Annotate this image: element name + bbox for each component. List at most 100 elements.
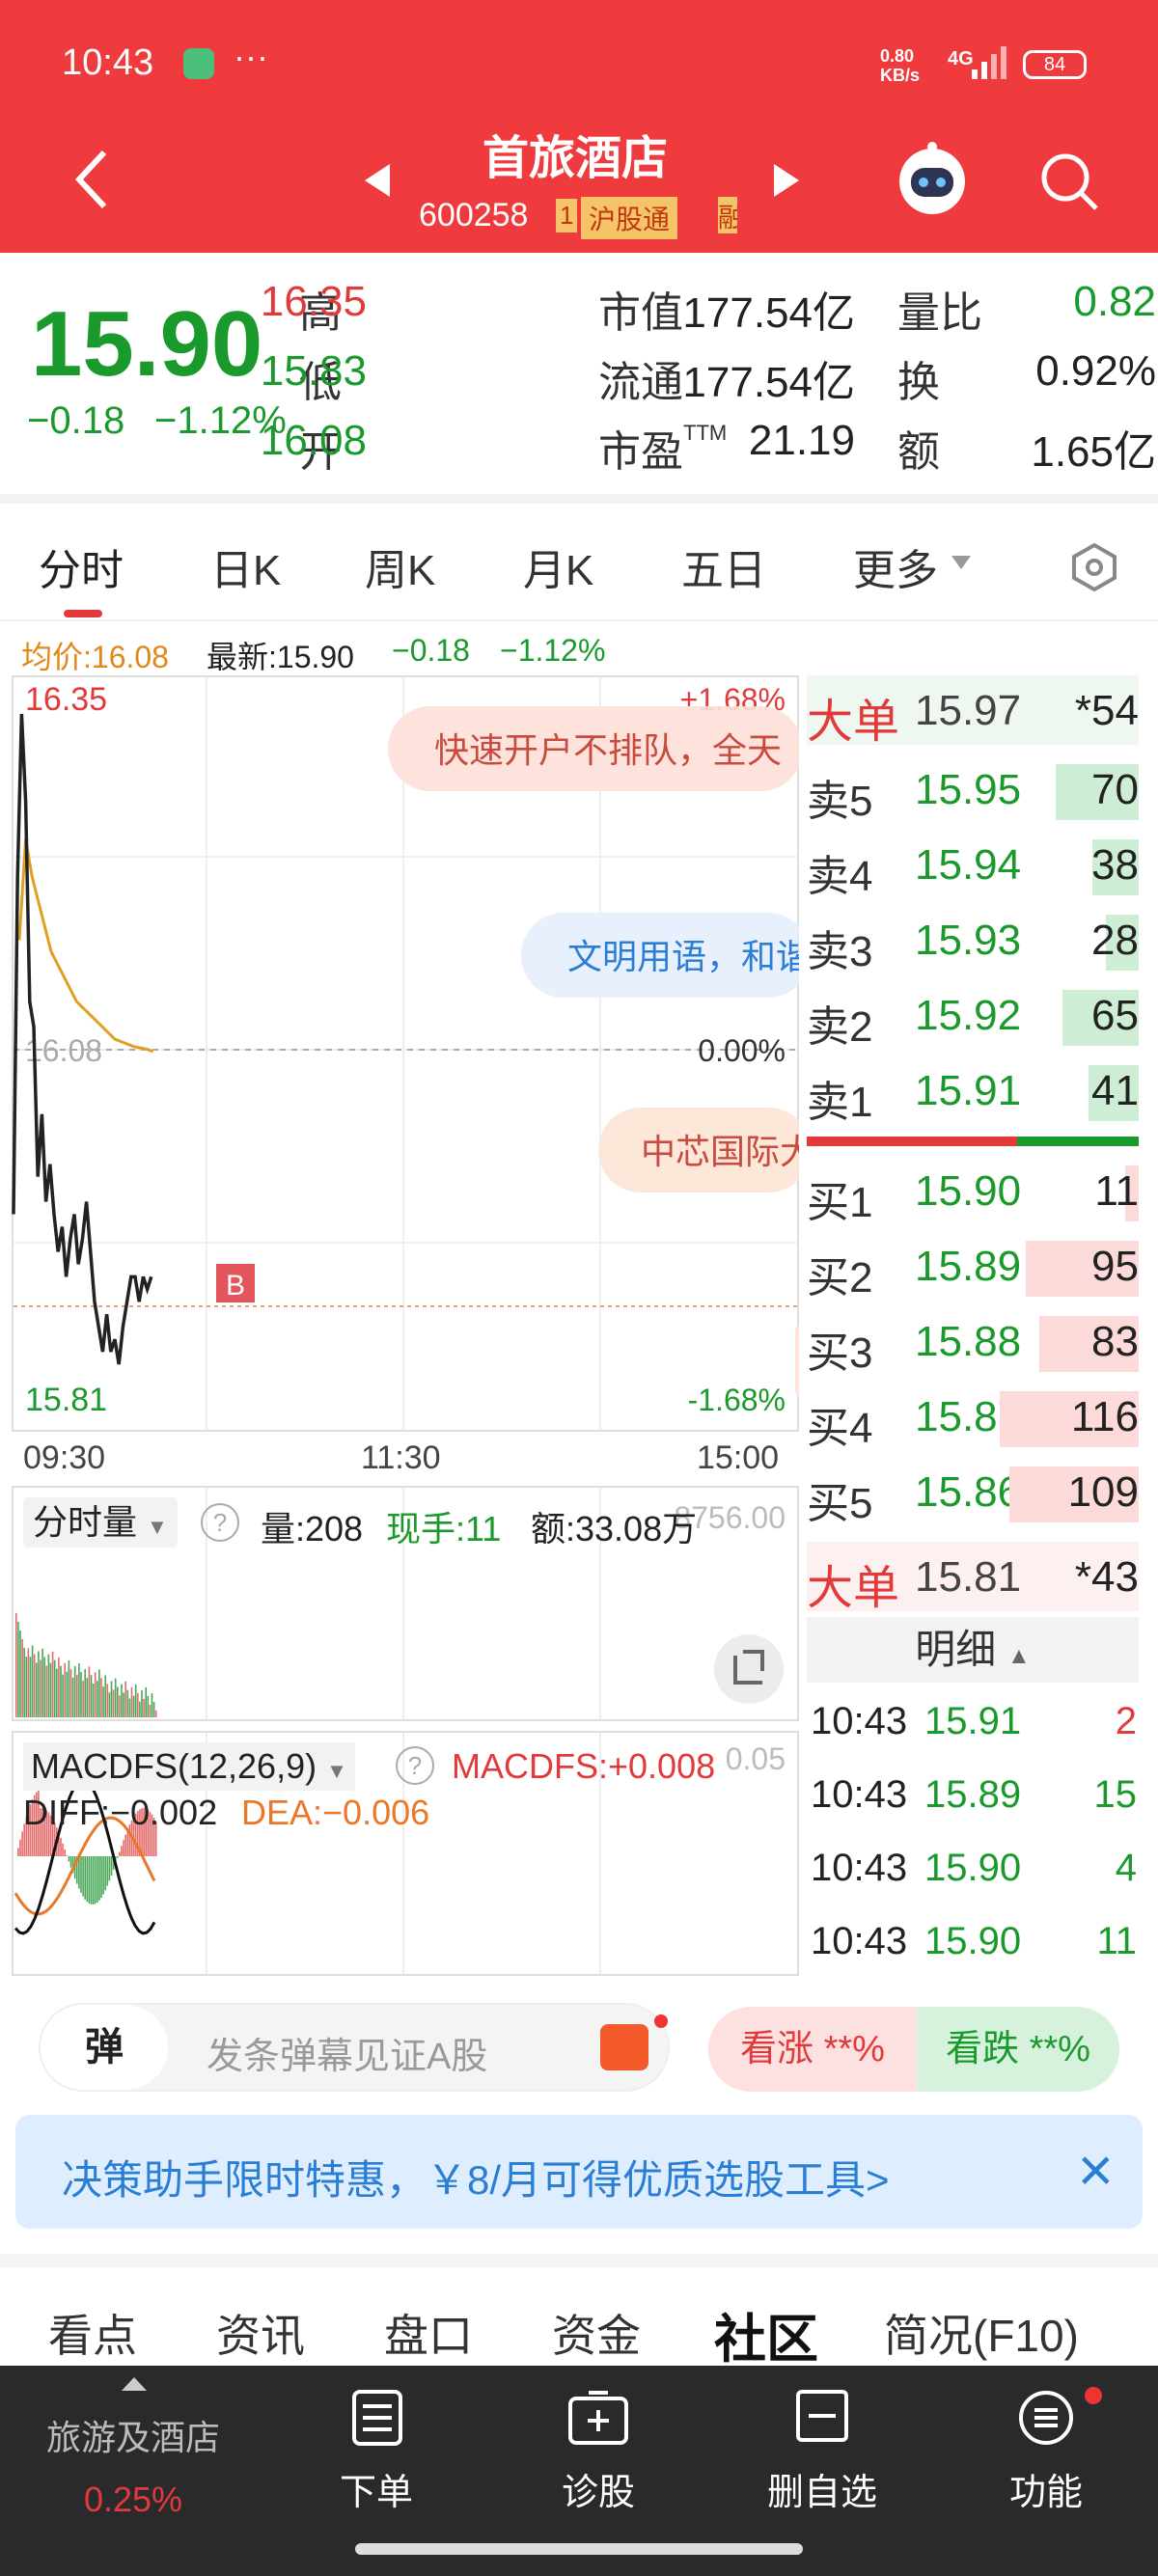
tab-week-k[interactable]: 周K: [365, 535, 435, 597]
sell-level-4[interactable]: 卖4 15.94 38: [807, 834, 1139, 901]
ratio-label-1: 换: [897, 359, 940, 406]
buy-level-5[interactable]: 买5 15.86 109: [807, 1461, 1139, 1528]
macd-selector[interactable]: MACDFS(12,26,9) ▼: [23, 1742, 355, 1791]
volume-bar: [23, 1648, 25, 1717]
ttm-sup: TTM: [683, 421, 728, 445]
prev-stock-icon[interactable]: [363, 162, 392, 199]
volume-bar: [121, 1684, 123, 1717]
macd-value: MACDFS:+0.008: [452, 1746, 716, 1786]
minus-box-icon: [796, 2390, 848, 2442]
search-icon[interactable]: [1038, 151, 1100, 212]
danmu-placeholder[interactable]: 发条弹幕见证A股: [207, 2026, 487, 2079]
volume-bar: [98, 1669, 100, 1717]
tab-funds[interactable]: 资金: [552, 2301, 641, 2365]
latest-price: 最新:15.90: [207, 640, 354, 674]
tab-month-k[interactable]: 月K: [523, 535, 593, 597]
macd-bar: [66, 1855, 69, 1856]
home-indicator[interactable]: [355, 2543, 803, 2555]
bullish-vote-button[interactable]: 看涨 **%: [708, 2007, 917, 2092]
valuation-label-2: 市盈: [598, 428, 683, 476]
next-stock-icon[interactable]: [772, 162, 801, 199]
sell-level-2[interactable]: 卖2 15.92 65: [807, 984, 1139, 1052]
gift-badge: [654, 2014, 668, 2028]
danmu-toggle[interactable]: 弹: [41, 2005, 168, 2090]
volume-selector[interactable]: 分时量 ▼: [23, 1497, 178, 1548]
promo-banner[interactable]: 决策助手限时特惠，￥8/月可得优质选股工具> ×: [15, 2115, 1143, 2229]
macd-bar: [88, 1856, 91, 1904]
buy-strength-bar: [1017, 1137, 1139, 1146]
bearish-vote-button[interactable]: 看跌 **%: [917, 2007, 1119, 2092]
volume-bar: [92, 1684, 95, 1717]
sector-info[interactable]: 旅游及酒店 0.25%: [0, 2366, 266, 2576]
ratio-value-2: 1.65亿: [1031, 428, 1156, 476]
buy-level-2[interactable]: 买2 15.89 95: [807, 1235, 1139, 1302]
macd-bar: [69, 1856, 72, 1868]
volume-bar: [119, 1695, 121, 1717]
detail-header[interactable]: 明细 ▲: [807, 1617, 1139, 1683]
volume-bar: [38, 1651, 40, 1717]
volume-help-icon[interactable]: ?: [201, 1503, 239, 1542]
level-price: 15.93: [915, 917, 1022, 964]
volume-bar: [114, 1678, 117, 1717]
tab-more[interactable]: 更多: [853, 535, 938, 597]
sell-level-1[interactable]: 卖1 15.91 41: [807, 1059, 1139, 1127]
tab-highlights[interactable]: 看点: [48, 2301, 137, 2365]
buy-level-3[interactable]: 买3 15.88 83: [807, 1310, 1139, 1378]
expand-button[interactable]: [714, 1634, 784, 1704]
macd-bar: [84, 1856, 86, 1900]
tab-news[interactable]: 资讯: [216, 2301, 305, 2365]
info-pct: −1.12%: [500, 633, 606, 668]
close-icon[interactable]: ×: [1078, 2134, 1114, 2206]
detail-volume: 11: [1096, 1920, 1137, 1962]
macd-bar: [80, 1856, 82, 1893]
tab-five-day[interactable]: 五日: [681, 535, 766, 597]
danmu-bubble-2: 文明用语，和谐: [521, 913, 799, 998]
level-label: 卖1: [807, 1079, 873, 1126]
promo-text[interactable]: 决策助手限时特惠，￥8/月可得优质选股工具>: [62, 2148, 890, 2206]
volume-bar: [108, 1692, 111, 1717]
settings-hexagon-icon[interactable]: [1069, 542, 1119, 592]
volume-bar: [19, 1631, 21, 1717]
hi-lo-open-value-2: 16.08: [260, 417, 367, 464]
detail-price: 15.90: [924, 1920, 1022, 1962]
gift-icon[interactable]: [600, 2024, 648, 2070]
danmu-input-bar[interactable]: 弹 发条弹幕见证A股: [39, 2003, 670, 2092]
volume-qty: 量:208: [261, 1509, 364, 1548]
buy-level-4[interactable]: 买4 15.87 116: [807, 1385, 1139, 1453]
volume-bar: [71, 1677, 74, 1717]
back-icon[interactable]: [69, 147, 112, 212]
function-button[interactable]: 功能: [959, 2366, 1133, 2576]
detail-price: 15.91: [924, 1700, 1022, 1742]
detail-time: 10:43: [811, 1700, 908, 1742]
volume-bar: [29, 1657, 32, 1717]
sell-level-3[interactable]: 卖3 15.93 28: [807, 909, 1139, 976]
intraday-chart[interactable]: 16.35 16.08 15.81 +1.68% 0.00% -1.68% B …: [12, 675, 799, 1432]
tab-intraday[interactable]: 分时: [39, 535, 124, 597]
level-label: 卖3: [807, 928, 873, 975]
level-price: 15.91: [915, 1067, 1022, 1114]
volume-bar: [41, 1648, 43, 1717]
function-badge: [1085, 2387, 1102, 2404]
robot-assistant-icon[interactable]: [894, 141, 971, 218]
volume-bar: [137, 1692, 139, 1717]
tab-handicap[interactable]: 盘口: [384, 2301, 473, 2365]
level-volume: 41: [1091, 1067, 1139, 1114]
macd-dea: DEA:−0.006: [241, 1793, 430, 1832]
valuation-value-0: 177.54亿: [682, 289, 855, 337]
buy-level-1[interactable]: 买1 15.90 11: [807, 1160, 1139, 1227]
volume-bar: [51, 1651, 54, 1717]
detail-row: 10:43 15.91 2: [807, 1694, 1139, 1762]
level-price: 15.89: [915, 1243, 1022, 1290]
tab-community[interactable]: 社区: [714, 2296, 818, 2372]
macd-help-icon[interactable]: ?: [396, 1746, 434, 1785]
level-price: 15.90: [915, 1167, 1022, 1215]
tab-f10[interactable]: 简况(F10): [884, 2301, 1079, 2365]
level-label: 卖2: [807, 1003, 873, 1051]
sell-level-5[interactable]: 卖5 15.95 70: [807, 758, 1139, 826]
tab-day-k[interactable]: 日K: [210, 535, 281, 597]
svg-text:中芯国际大: 中芯国际大: [641, 1132, 799, 1171]
hi-lo-open-value-1: 15.83: [260, 347, 367, 395]
macd-bar: [62, 1843, 64, 1856]
volume-bar: [86, 1678, 89, 1717]
macd-bar: [102, 1856, 104, 1895]
